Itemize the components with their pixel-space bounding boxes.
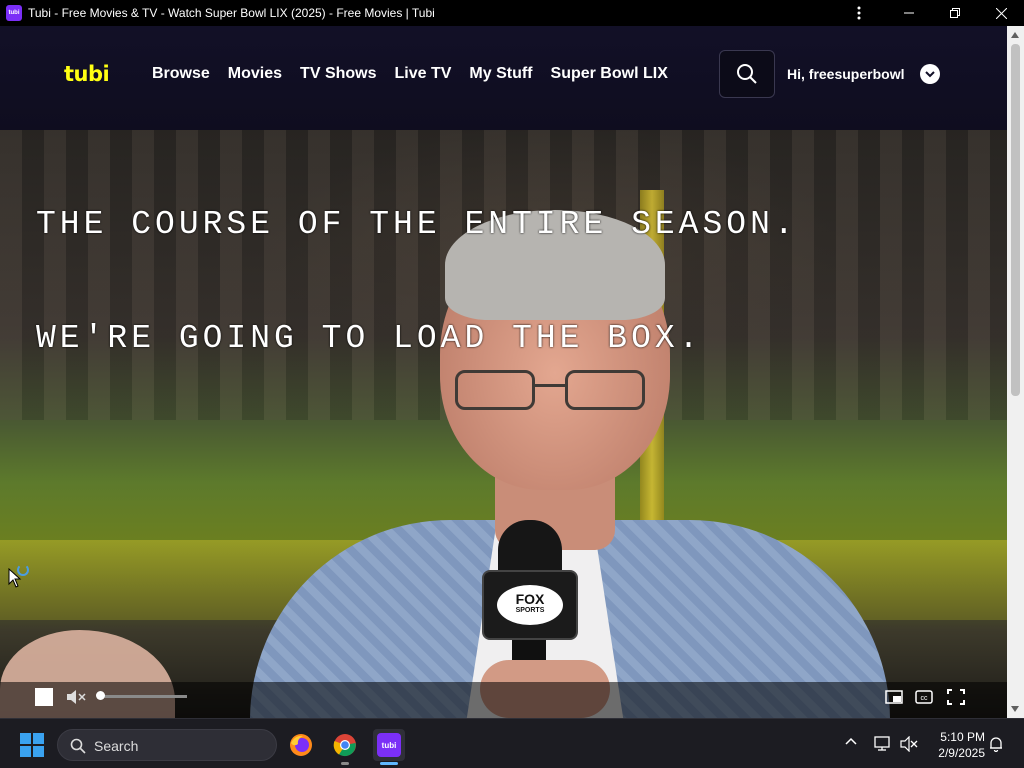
taskbar-tubi[interactable]: tubi [373,729,405,761]
search-icon [737,64,757,84]
search-icon [70,738,86,754]
loading-spinner-icon [17,564,29,576]
nav-super-bowl-lix[interactable]: Super Bowl LIX [551,65,668,83]
nav-tv-shows[interactable]: TV Shows [300,65,376,83]
nav-browse[interactable]: Browse [152,65,210,83]
mute-icon[interactable] [66,688,86,706]
close-button[interactable] [978,0,1024,26]
taskbar: Search tubi 5:10 PM 2/9/2025 [0,718,1024,768]
scroll-thumb[interactable] [1011,44,1020,396]
tubi-icon: tubi [377,733,401,757]
stop-icon[interactable] [35,688,53,706]
nav-my-stuff[interactable]: My Stuff [469,65,532,83]
fullscreen-button[interactable] [946,688,966,706]
page-scrollbar[interactable] [1007,26,1024,718]
captions-button[interactable]: cc [914,688,934,706]
pip-button[interactable] [884,688,904,706]
taskbar-firefox[interactable] [285,729,317,761]
network-icon[interactable] [874,736,892,752]
nav-live-tv[interactable]: Live TV [395,65,452,83]
volume-off-icon[interactable] [900,736,918,752]
fullscreen-icon [947,689,965,705]
chrome-running-indicator [341,762,349,765]
volume-slider-track[interactable] [100,695,187,698]
closed-captions: THE COURSE OF THE ENTIRE SEASON. WE'RE G… [36,130,798,434]
chrome-icon [333,734,356,757]
chevron-up-icon[interactable] [845,737,857,745]
minimize-icon [904,12,914,14]
minimize-button[interactable] [886,0,932,26]
scroll-down-arrow[interactable] [1011,706,1019,712]
clock-time: 5:10 PM [940,730,985,744]
window-title-bar: tubi Tubi - Free Movies & TV - Watch Sup… [0,0,1024,26]
windows-icon[interactable] [20,733,44,757]
pip-icon [885,690,903,704]
taskbar-chrome[interactable] [329,729,361,761]
taskbar-search-placeholder: Search [94,738,139,754]
restore-button[interactable] [932,0,978,26]
site-header: tubi Browse Movies TV Shows Live TV My S… [0,26,1007,130]
volume-slider-handle[interactable] [96,691,105,700]
tubi-active-indicator [380,762,398,765]
window-title: Tubi - Free Movies & TV - Watch Super Bo… [28,6,435,20]
search-button[interactable] [719,50,775,98]
bell-icon[interactable] [988,736,1004,752]
fox-logo-text: FOX [515,591,545,607]
video-player[interactable]: FOX SPORTS THE COURSE OF THE ENTIRE SEAS… [0,130,1007,718]
kebab-icon [857,6,861,20]
account-greeting[interactable]: Hi, freesuperbowl [787,66,904,82]
close-icon [995,7,1007,19]
account-menu-button[interactable] [920,64,940,84]
nav-movies[interactable]: Movies [228,65,282,83]
caption-line-2: WE'RE GOING TO LOAD THE BOX. [36,320,703,357]
cc-icon: cc [915,690,933,704]
video-controls: cc [0,682,1007,718]
tubi-app-icon: tubi [6,5,22,21]
maximize-icon [950,8,960,18]
caption-line-1: THE COURSE OF THE ENTIRE SEASON. [36,206,798,243]
browser-menu-button[interactable] [836,0,882,26]
scroll-up-arrow[interactable] [1011,32,1019,38]
firefox-icon [290,734,312,756]
chevron-down-icon [925,70,935,77]
mic-flag: FOX SPORTS [482,570,578,640]
system-clock[interactable]: 5:10 PM 2/9/2025 [925,729,985,761]
clock-date: 2/9/2025 [938,746,985,760]
fox-sports-logo: FOX SPORTS [497,585,563,625]
svg-text:cc: cc [921,695,929,702]
tubi-logo[interactable]: tubi [64,62,110,86]
taskbar-search[interactable]: Search [57,729,277,761]
main-nav: Browse Movies TV Shows Live TV My Stuff … [152,65,686,83]
sports-logo-text: SPORTS [515,607,545,614]
